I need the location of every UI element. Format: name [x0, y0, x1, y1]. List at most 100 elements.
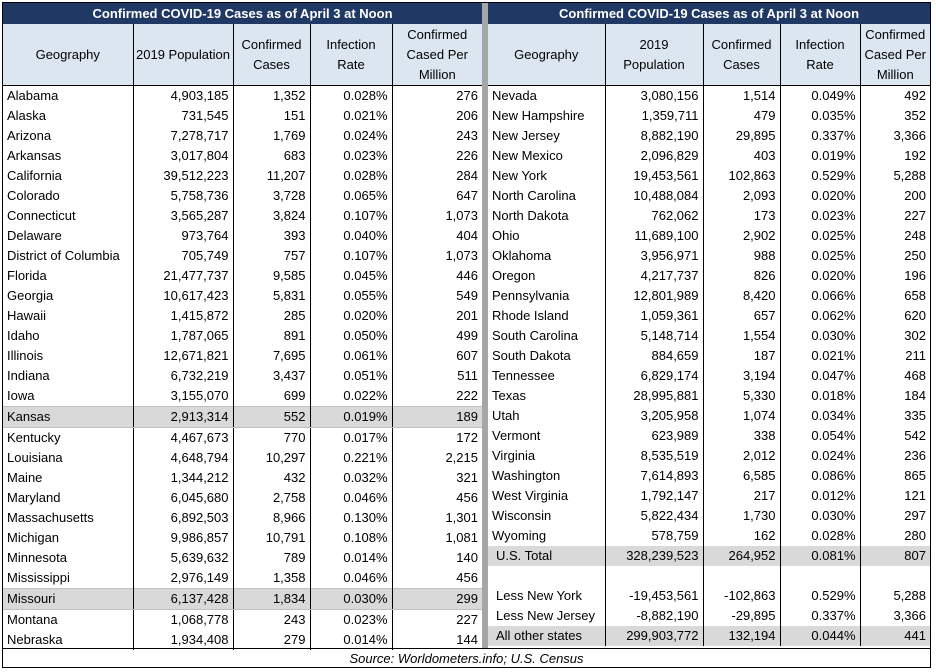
- right-header-confirmed-cases: Confirmed Cases: [703, 24, 781, 86]
- cell-geography: Kansas: [3, 406, 134, 428]
- cell-infection-rate: 0.032%: [310, 468, 393, 488]
- cell-infection-rate: 0.040%: [310, 226, 393, 246]
- cell-confirmed-cases: 1,730: [703, 506, 781, 526]
- cell-cases-per-million: 446: [456, 268, 478, 283]
- cell-infection-rate: 0.337%: [780, 606, 861, 626]
- left-header-row: Geography 2019 Population Confirmed Cases I…: [3, 24, 482, 86]
- cell-population: 3,205,958: [605, 406, 704, 426]
- cell-cases-per-million: 352: [904, 108, 926, 123]
- cell-geography: New Mexico: [488, 146, 606, 166]
- cell-infection-rate: 0.035%: [780, 106, 861, 126]
- cell-population: 4,217,737: [605, 266, 704, 286]
- left-panel: Confirmed COVID-19 Cases as of April 3 a…: [3, 3, 482, 650]
- left-table: Geography 2019 Population Confirmed Cases I…: [3, 24, 482, 650]
- table-row: Mississippi 2,976,149 1,358 0.046% 456: [3, 568, 482, 589]
- cell-cases-per-million: 2,215: [445, 450, 478, 465]
- cell-population: 3,155,070: [133, 386, 234, 407]
- cell-population: 1,059,361: [605, 306, 704, 326]
- cell-cases-per-million: 196: [904, 268, 926, 283]
- cell-cases-per-million: 243: [456, 128, 478, 143]
- cell-cases-per-million: 236: [904, 448, 926, 463]
- cell-cases-per-million: 3,366: [893, 128, 926, 143]
- cell-confirmed-cases: 3,824: [233, 206, 311, 226]
- cell-cases-per-million: 335: [904, 408, 926, 423]
- cell-infection-rate: 0.024%: [310, 126, 393, 146]
- cell-population: 3,080,156: [605, 85, 704, 106]
- cell-cases-per-million: 200: [904, 188, 926, 203]
- cell-population: 28,995,881: [605, 386, 704, 406]
- cell-geography: Nebraska: [3, 630, 134, 650]
- cell-confirmed-cases: 3,194: [703, 366, 781, 386]
- cell-cases-per-million: 1,301: [445, 510, 478, 525]
- cell-population: 884,659: [605, 346, 704, 366]
- cell-confirmed-cases: 264,952: [703, 546, 781, 566]
- cell-cases-per-million: 1,073: [445, 208, 478, 223]
- cell-geography: Connecticut: [3, 206, 134, 226]
- cell-infection-rate: 0.020%: [780, 186, 861, 206]
- cell-cases-per-million: 302: [904, 328, 926, 343]
- cell-confirmed-cases: 338: [703, 426, 781, 446]
- table-row: Alaska 731,545 151 0.021% 206: [3, 106, 482, 126]
- cell-population: 623,989: [605, 426, 704, 446]
- table-row: Michigan 9,986,857 10,791 0.108% 1,081: [3, 528, 482, 548]
- cell-population: 11,689,100: [605, 226, 704, 246]
- cell-infection-rate: [780, 566, 861, 586]
- cell-confirmed-cases: 1,074: [703, 406, 781, 426]
- cell-cases-per-million: [860, 566, 930, 586]
- cell-geography: Oklahoma: [488, 246, 606, 266]
- cell-cases-per-million: 511: [457, 368, 478, 383]
- cell-cases-per-million: 607: [456, 348, 478, 363]
- cell-infection-rate: 0.021%: [310, 106, 393, 126]
- table-row: Alabama 4,903,185 1,352 0.028% 276: [3, 85, 482, 106]
- cell-geography: New York: [488, 166, 606, 186]
- cell-confirmed-cases: 657: [703, 306, 781, 326]
- cell-cases-per-million: 201: [456, 308, 478, 323]
- cell-cases-per-million: 250: [904, 248, 926, 263]
- cell-cases-per-million: 206: [456, 108, 478, 123]
- cell-geography: Illinois: [3, 346, 134, 366]
- cell-geography: Florida: [3, 266, 134, 286]
- cell-population: [605, 566, 704, 586]
- table-row: New Jersey 8,882,190 29,895 0.337% 3,366: [488, 126, 930, 146]
- cell-infection-rate: 0.108%: [310, 528, 393, 548]
- table-row: Montana 1,068,778 243 0.023% 227: [3, 609, 482, 630]
- cell-confirmed-cases: 2,902: [703, 226, 781, 246]
- cell-infection-rate: 0.046%: [310, 568, 393, 589]
- cell-confirmed-cases: 5,330: [703, 386, 781, 406]
- cell-confirmed-cases: 10,297: [233, 448, 311, 468]
- cell-geography: Rhode Island: [488, 306, 606, 326]
- cell-infection-rate: 0.017%: [310, 427, 393, 448]
- cell-population: 19,453,561: [605, 166, 704, 186]
- cell-population: 1,787,065: [133, 326, 234, 346]
- cell-cases-per-million: 456: [456, 570, 478, 585]
- right-header-row: Geography 2019 Population Confirmed Cases I…: [488, 24, 930, 86]
- cell-cases-per-million: 248: [904, 228, 926, 243]
- cell-infection-rate: 0.022%: [310, 386, 393, 407]
- cell-geography: Indiana: [3, 366, 134, 386]
- cell-population: 7,614,893: [605, 466, 704, 486]
- cell-geography: Michigan: [3, 528, 134, 548]
- cell-geography: All other states: [488, 626, 606, 646]
- table-row: Iowa 3,155,070 699 0.022% 222: [3, 386, 482, 407]
- cell-confirmed-cases: 3,437: [233, 366, 311, 386]
- table-row: Wisconsin 5,822,434 1,730 0.030% 297: [488, 506, 930, 526]
- cell-cases-per-million: 5,288: [893, 168, 926, 183]
- cell-infection-rate: 0.021%: [780, 346, 861, 366]
- table-row: Delaware 973,764 393 0.040% 404: [3, 226, 482, 246]
- cell-geography: Mississippi: [3, 568, 134, 589]
- cell-cases-per-million: 192: [904, 148, 926, 163]
- cell-confirmed-cases: 891: [233, 326, 311, 346]
- cell-confirmed-cases: 217: [703, 486, 781, 506]
- cell-confirmed-cases: 132,194: [703, 626, 781, 646]
- table-row: Rhode Island 1,059,361 657 0.062% 620: [488, 306, 930, 326]
- cell-geography: Arkansas: [3, 146, 134, 166]
- cell-cases-per-million: 189: [392, 406, 482, 428]
- cell-population: 5,639,632: [133, 548, 234, 568]
- all-other-states-row: All other states 299,903,772 132,194 0.044%…: [488, 626, 930, 646]
- cell-population: 705,749: [133, 246, 234, 266]
- cell-confirmed-cases: 552: [233, 406, 311, 428]
- cell-confirmed-cases: 7,695: [233, 346, 311, 366]
- table-row: Maine 1,344,212 432 0.032% 321: [3, 468, 482, 488]
- cell-cases-per-million: 807: [860, 546, 930, 566]
- cell-infection-rate: 0.019%: [780, 146, 861, 166]
